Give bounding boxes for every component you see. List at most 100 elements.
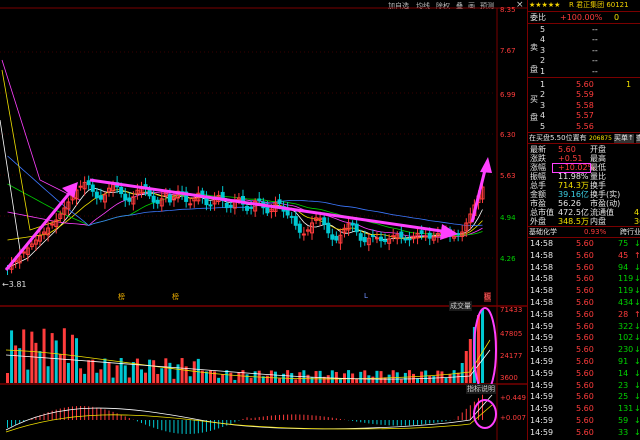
tick-time: 14:59 <box>530 416 554 425</box>
tick-price: 5.60 <box>576 250 594 260</box>
volume-bar <box>241 370 245 383</box>
volume-bar <box>456 372 460 383</box>
tick-direction: ↓ <box>634 357 640 366</box>
candle-body <box>98 195 103 200</box>
volume-bar <box>26 369 30 383</box>
tick-direction: ↓ <box>634 239 640 248</box>
candle-body <box>354 223 359 233</box>
tick-volume: 102 <box>618 333 634 343</box>
buy-level-row: 2 5.59 <box>528 90 640 99</box>
candle-body <box>167 194 172 203</box>
macd-dif <box>5 394 493 431</box>
volume-bar <box>229 372 233 383</box>
candle-body <box>265 207 270 214</box>
change-highlight-box <box>552 163 591 173</box>
candle-body <box>155 199 160 204</box>
volume-bar <box>286 370 290 383</box>
volume-bar <box>144 372 148 383</box>
volume-bar <box>399 379 403 383</box>
tick-direction: ↓ <box>634 345 640 354</box>
ma-line <box>7 155 483 226</box>
volume-bar <box>233 379 237 383</box>
buy-order-button[interactable]: 买单↑ <box>614 134 634 143</box>
volume-bar <box>428 375 432 383</box>
candle-body <box>379 236 384 242</box>
tick-time: 14:58 <box>530 298 554 307</box>
marker-1[interactable]: 榜 <box>118 292 125 302</box>
volume-bar <box>14 345 18 383</box>
tick-volume: 14 <box>618 368 629 378</box>
quote-row: 总市值 472.5亿 流通值 4 <box>528 208 640 217</box>
tick-volume: 119 <box>618 274 634 284</box>
volume-bar <box>452 370 456 383</box>
volume-tick: 3600 <box>500 374 518 382</box>
volume-bar <box>217 377 221 383</box>
volume-bar <box>6 373 9 383</box>
level-price: 5.58 <box>576 100 594 110</box>
candle-body <box>427 232 432 239</box>
tick-price: 5.60 <box>576 309 594 319</box>
volume-bar <box>176 364 180 383</box>
volume-label[interactable]: 成交量 <box>449 301 472 311</box>
quote-label-2: 内盘 <box>590 217 606 226</box>
tick-row: 14:59 5.60 131↓ <box>528 404 640 413</box>
tick-volume: 434 <box>618 298 634 307</box>
rating-stars: ★★★★★ <box>529 1 561 9</box>
ratio-extra: 0 <box>614 13 620 22</box>
volume-bar <box>318 370 322 383</box>
volume-bar <box>127 377 131 383</box>
candle-body <box>86 180 91 186</box>
volume-tick: 71433 <box>500 306 523 314</box>
sell-level-row: 4 -- <box>528 35 640 44</box>
candle-body <box>403 238 408 241</box>
tick-time: 14:59 <box>530 427 554 437</box>
price-tick: 5.63 <box>500 172 516 180</box>
indicator-label[interactable]: 指标说明 <box>466 384 496 394</box>
chart-area[interactable]: 加自选 均线 除权 叠 画 预测 × 8.35 7.67 6.99 6.30 5… <box>0 0 527 440</box>
candle-body <box>289 215 294 218</box>
tick-time: 14:58 <box>530 262 554 272</box>
candle-body <box>224 202 229 209</box>
level-price: -- <box>592 45 598 55</box>
tick-direction: ↓ <box>634 274 640 283</box>
ma-line <box>1 69 61 231</box>
volume-bar <box>375 370 379 383</box>
volume-bar <box>448 374 452 383</box>
tick-row: 14:58 5.60 94 ↓ <box>528 263 640 272</box>
quote-row: 振幅 11.98% 量比 <box>528 172 640 181</box>
tick-price: 5.60 <box>576 321 594 331</box>
level-number: 3 <box>540 45 546 55</box>
moving-average-lines <box>0 59 483 269</box>
volume-bar <box>298 372 302 383</box>
tick-direction: ↓ <box>634 263 640 272</box>
candle-body <box>383 239 388 242</box>
volume-bar <box>338 378 342 383</box>
query-button[interactable]: 查 <box>636 134 640 143</box>
price-tick: 6.99 <box>500 91 516 99</box>
tick-direction: ↓ <box>634 428 640 437</box>
quote-label: 总市值 <box>530 208 554 217</box>
volume-bar <box>249 377 253 383</box>
level-number: 1 <box>540 80 546 89</box>
tick-row: 14:59 5.60 230↓ <box>528 345 640 354</box>
candle-body <box>127 197 132 202</box>
candle-body <box>326 222 331 234</box>
tick-row: 14:59 5.60 102↓ <box>528 333 640 342</box>
tick-time: 14:59 <box>530 345 554 355</box>
tick-price: 5.60 <box>576 262 594 272</box>
tick-time: 14:58 <box>530 239 554 248</box>
sector-name[interactable]: 基础化学 <box>529 228 557 237</box>
volume-tick: 24177 <box>500 352 523 360</box>
tick-row: 14:58 5.60 119↓ <box>528 274 640 283</box>
marker-4[interactable]: 板 <box>484 292 491 302</box>
tick-time: 14:59 <box>530 380 554 390</box>
volume-bar <box>403 372 407 383</box>
tick-volume: 119 <box>618 286 634 296</box>
sector-cross[interactable]: 跨行业 <box>620 228 640 237</box>
candle-body <box>334 235 339 241</box>
marker-3[interactable]: L <box>364 292 368 300</box>
tick-price: 5.60 <box>576 427 594 437</box>
volume-bar <box>87 360 91 383</box>
marker-2[interactable]: 榜 <box>172 292 179 302</box>
tick-time: 14:59 <box>530 368 554 378</box>
